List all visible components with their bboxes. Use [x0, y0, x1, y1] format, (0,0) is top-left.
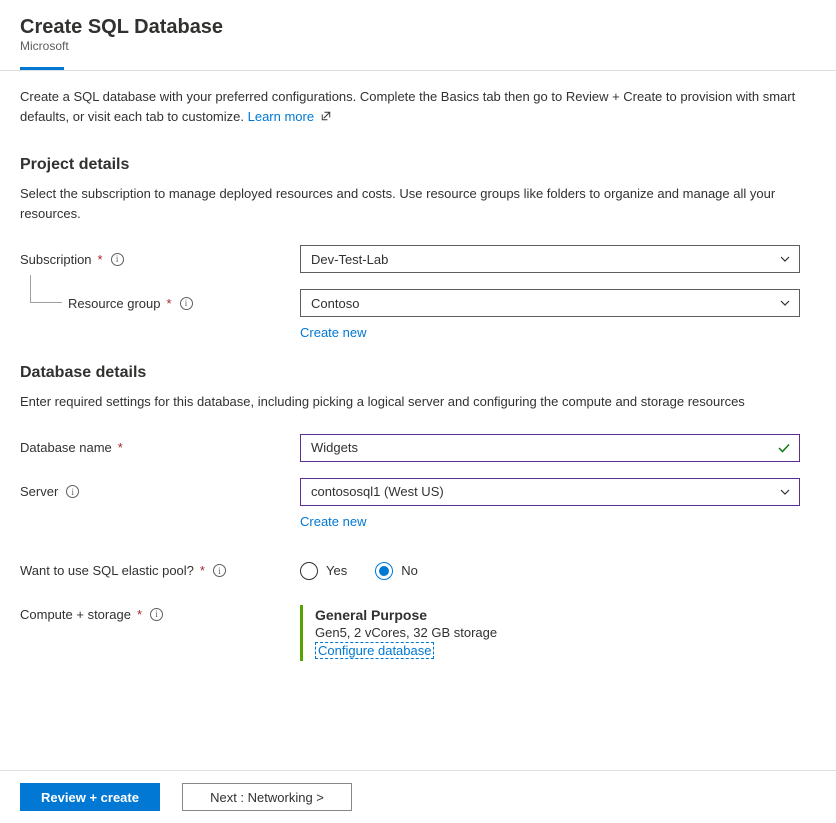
intro-text: Create a SQL database with your preferre…	[20, 89, 795, 124]
row-elastic-pool: Want to use SQL elastic pool? * i Yes No	[20, 555, 816, 587]
section-heading-project: Project details	[20, 156, 816, 174]
review-create-button[interactable]: Review + create	[20, 783, 160, 811]
label-server-text: Server	[20, 484, 58, 499]
external-link-icon	[320, 110, 332, 122]
learn-more-label: Learn more	[248, 109, 314, 124]
row-subscription: Subscription * i Dev-Test-Lab	[20, 243, 816, 275]
label-elastic-pool: Want to use SQL elastic pool? * i	[20, 563, 300, 578]
page-header: Create SQL Database Microsoft	[0, 0, 836, 61]
required-star: *	[200, 563, 205, 578]
required-star: *	[118, 440, 123, 455]
compute-spec-text: Gen5, 2 vCores, 32 GB storage	[315, 625, 800, 640]
subscription-value: Dev-Test-Lab	[311, 252, 388, 267]
label-subscription-text: Subscription	[20, 252, 92, 267]
info-icon[interactable]: i	[66, 485, 79, 498]
label-server: Server i	[20, 484, 300, 499]
required-star: *	[98, 252, 103, 267]
section-desc-database: Enter required settings for this databas…	[20, 392, 816, 412]
create-new-rg-row: Create new	[300, 325, 816, 340]
radio-elastic-yes[interactable]: Yes	[300, 562, 347, 580]
row-database-name: Database name * Widgets	[20, 432, 816, 464]
chevron-down-icon	[779, 486, 791, 498]
info-icon[interactable]: i	[150, 608, 163, 621]
next-networking-button[interactable]: Next : Networking >	[182, 783, 352, 811]
label-resource-group-text: Resource group	[68, 296, 161, 311]
server-select[interactable]: contososql1 (West US)	[300, 478, 800, 506]
chevron-down-icon	[779, 253, 791, 265]
create-new-server-row: Create new	[300, 514, 816, 529]
check-icon	[777, 441, 791, 455]
server-value: contososql1 (West US)	[311, 484, 444, 499]
info-icon[interactable]: i	[180, 297, 193, 310]
section-heading-database: Database details	[20, 364, 816, 382]
info-icon[interactable]: i	[213, 564, 226, 577]
radio-yes-label: Yes	[326, 563, 347, 578]
page-title: Create SQL Database	[20, 16, 816, 39]
radio-circle	[300, 562, 318, 580]
elastic-pool-radio-group: Yes No	[300, 562, 800, 580]
form-content: Create a SQL database with your preferre…	[0, 71, 836, 753]
label-compute-storage-text: Compute + storage	[20, 607, 131, 622]
radio-dot	[379, 566, 389, 576]
required-star: *	[137, 607, 142, 622]
label-elastic-pool-text: Want to use SQL elastic pool?	[20, 563, 194, 578]
label-database-name-text: Database name	[20, 440, 112, 455]
resource-group-select[interactable]: Contoso	[300, 289, 800, 317]
row-server: Server i contososql1 (West US)	[20, 476, 816, 508]
create-new-server-link[interactable]: Create new	[300, 514, 366, 529]
compute-tier-title: General Purpose	[315, 607, 800, 623]
intro-paragraph: Create a SQL database with your preferre…	[20, 87, 816, 126]
wizard-footer: Review + create Next : Networking >	[0, 770, 836, 823]
label-subscription: Subscription * i	[20, 252, 300, 267]
radio-circle-selected	[375, 562, 393, 580]
chevron-down-icon	[779, 297, 791, 309]
info-icon[interactable]: i	[111, 253, 124, 266]
create-new-rg-link[interactable]: Create new	[300, 325, 366, 340]
row-resource-group: Resource group * i Contoso	[20, 287, 816, 319]
section-desc-project: Select the subscription to manage deploy…	[20, 184, 816, 223]
required-star: *	[167, 296, 172, 311]
tree-connector	[30, 275, 62, 303]
label-database-name: Database name *	[20, 440, 300, 455]
radio-no-label: No	[401, 563, 418, 578]
row-compute-storage: Compute + storage * i General Purpose Ge…	[20, 605, 816, 661]
page-subtitle: Microsoft	[20, 39, 816, 53]
learn-more-link[interactable]: Learn more	[248, 109, 332, 124]
subscription-select[interactable]: Dev-Test-Lab	[300, 245, 800, 273]
configure-database-link[interactable]: Configure database	[315, 642, 434, 659]
resource-group-value: Contoso	[311, 296, 359, 311]
label-resource-group: Resource group * i	[68, 296, 300, 311]
database-name-value: Widgets	[311, 440, 358, 455]
database-name-input[interactable]: Widgets	[300, 434, 800, 462]
label-compute-storage: Compute + storage * i	[20, 605, 300, 622]
compute-summary-card: General Purpose Gen5, 2 vCores, 32 GB st…	[300, 605, 800, 661]
radio-elastic-no[interactable]: No	[375, 562, 418, 580]
